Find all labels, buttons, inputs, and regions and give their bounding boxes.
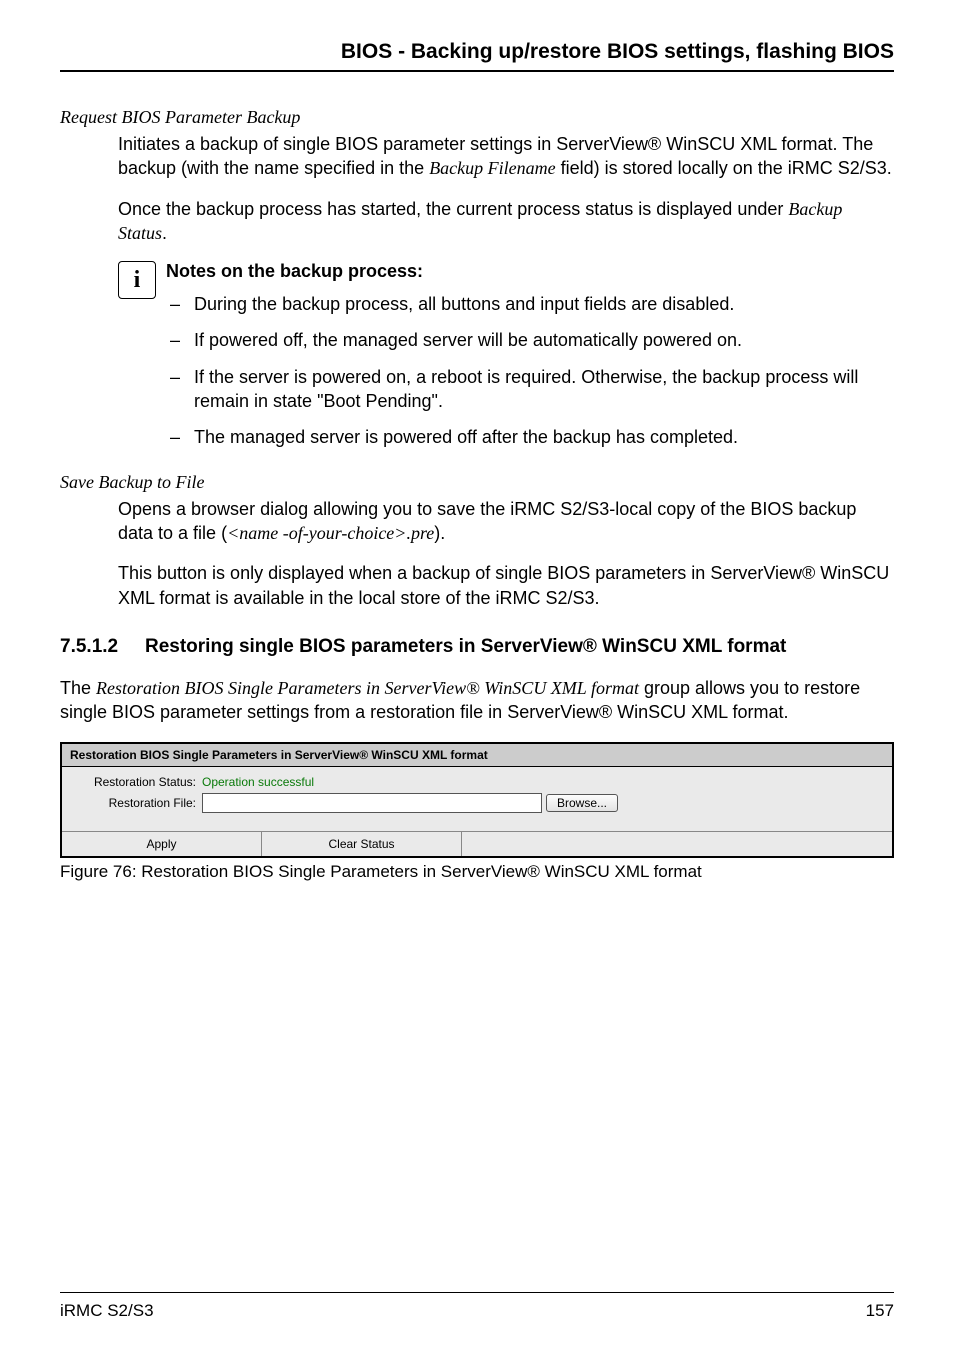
- text: The: [60, 678, 96, 698]
- subsection-number: 7.5.1.2: [60, 634, 145, 660]
- file-label: Restoration File:: [74, 796, 202, 810]
- body-text: The Restoration BIOS Single Parameters i…: [60, 676, 894, 725]
- term-backup-filename: Backup Filename: [429, 158, 555, 178]
- bullet-dash: –: [170, 425, 180, 449]
- note-item: If the server is powered on, a reboot is…: [194, 365, 894, 414]
- bullet-dash: –: [170, 365, 180, 414]
- footer-left: iRMC S2/S3: [60, 1301, 154, 1321]
- text: field) is stored locally on the iRMC S2/…: [556, 158, 892, 178]
- page-footer: iRMC S2/S3 157: [60, 1292, 894, 1321]
- restoration-file-input[interactable]: [202, 793, 542, 813]
- notes-heading: Notes on the backup process:: [166, 261, 894, 282]
- figure-caption: Figure 76: Restoration BIOS Single Param…: [60, 862, 894, 882]
- bullet-dash: –: [170, 292, 180, 316]
- subsection-heading: 7.5.1.2 Restoring single BIOS parameters…: [60, 634, 894, 660]
- term-restoration-group: Restoration BIOS Single Parameters in Se…: [96, 678, 639, 698]
- text: Once the backup process has started, the…: [118, 199, 788, 219]
- note-item: The managed server is powered off after …: [194, 425, 894, 449]
- status-label: Restoration Status:: [74, 775, 202, 789]
- text: .: [162, 223, 167, 243]
- clear-status-button[interactable]: Clear Status: [262, 832, 462, 856]
- bullet-dash: –: [170, 328, 180, 352]
- section-label-save: Save Backup to File: [60, 472, 894, 493]
- browse-button[interactable]: Browse...: [546, 794, 618, 812]
- subsection-title: Restoring single BIOS parameters in Serv…: [145, 634, 894, 660]
- body-text: This button is only displayed when a bac…: [118, 561, 894, 610]
- restoration-panel: Restoration BIOS Single Parameters in Se…: [60, 742, 894, 858]
- text: ).: [434, 523, 445, 543]
- body-text: Once the backup process has started, the…: [118, 197, 894, 246]
- panel-title: Restoration BIOS Single Parameters in Se…: [62, 744, 892, 767]
- note-item: If powered off, the managed server will …: [194, 328, 894, 352]
- note-item: During the backup process, all buttons a…: [194, 292, 894, 316]
- body-text: Opens a browser dialog allowing you to s…: [118, 497, 894, 546]
- page-header: BIOS - Backing up/restore BIOS settings,…: [60, 40, 894, 72]
- footer-page-number: 157: [866, 1301, 894, 1321]
- status-value: Operation successful: [202, 775, 314, 789]
- info-callout: i Notes on the backup process: –During t…: [118, 261, 894, 461]
- term-filename-pattern: <name -of-your-choice>.pre: [227, 523, 434, 543]
- section-label-request: Request BIOS Parameter Backup: [60, 107, 894, 128]
- info-icon: i: [118, 261, 156, 299]
- body-text: Initiates a backup of single BIOS parame…: [118, 132, 894, 181]
- apply-button[interactable]: Apply: [62, 832, 262, 856]
